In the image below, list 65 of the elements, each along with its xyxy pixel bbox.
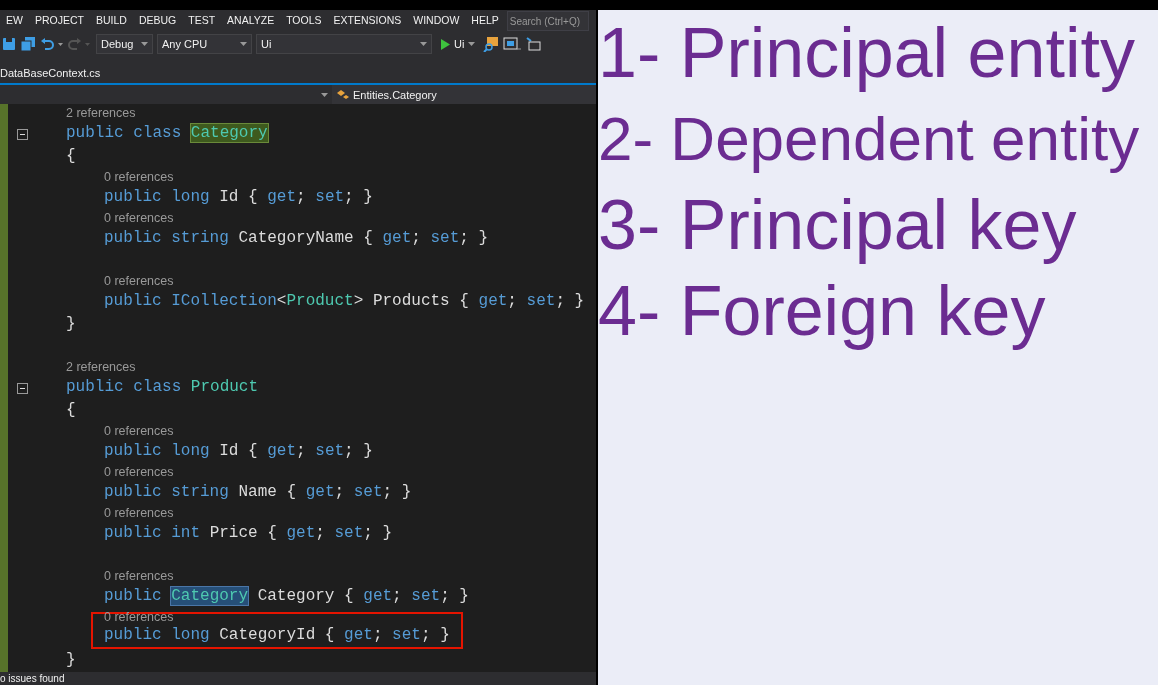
menu-item[interactable]: BUILD <box>89 13 133 30</box>
save-all-icon[interactable] <box>20 37 36 52</box>
menu-item[interactable]: WINDOW <box>407 13 466 30</box>
menu-item[interactable]: TEST <box>182 13 222 30</box>
code-line: public class Category <box>66 123 269 144</box>
reference-count: 0 references <box>104 464 175 481</box>
code-line: } <box>66 650 77 671</box>
menu-item[interactable]: EXTENSIONS <box>327 13 408 30</box>
slide-heading: 1- Principal entity <box>598 13 1136 94</box>
search-field[interactable]: Search (Ctrl+Q) <box>506 11 589 32</box>
code-line: public int Price { get; set; } <box>104 523 394 544</box>
caret-icon <box>141 42 148 47</box>
startup-project-dropdown[interactable]: Ui <box>256 34 432 55</box>
reference-count: 0 references <box>104 609 175 626</box>
dropdown-value: Debug <box>101 37 134 52</box>
code-line: { <box>66 400 77 421</box>
configuration-dropdown[interactable]: Debug <box>96 34 153 55</box>
reference-count: 0 references <box>104 568 175 585</box>
reference-count: 0 references <box>104 169 175 186</box>
menu-item[interactable]: TOOLS <box>280 13 328 30</box>
menu-item[interactable]: ANALYZE <box>221 13 281 30</box>
search-folder-icon[interactable] <box>483 36 500 53</box>
member-dropdown[interactable]: Entities.Category <box>332 85 596 105</box>
status-text: o issues found <box>0 673 65 684</box>
menu-item[interactable]: HELP <box>465 13 505 30</box>
platform-dropdown[interactable]: Any CPU <box>157 34 252 55</box>
reference-count: 0 references <box>104 423 175 440</box>
member-name: Entities.Category <box>353 87 437 103</box>
reference-count: 0 references <box>104 210 175 227</box>
code-line: public class Product <box>66 377 260 398</box>
list-icon[interactable] <box>525 36 542 53</box>
slide-heading: 4- Foreign key <box>598 271 1047 352</box>
save-icon[interactable] <box>2 37 16 52</box>
collapse-icon[interactable] <box>17 383 28 394</box>
menu-item[interactable]: DEBUG <box>132 13 183 30</box>
caret-icon <box>468 42 476 47</box>
reference-count: 2 references <box>66 105 137 122</box>
window-icon[interactable] <box>503 36 522 53</box>
caret-icon <box>240 42 247 47</box>
collapse-icon[interactable] <box>17 129 28 140</box>
code-line: public long Id { get; set; } <box>104 441 374 462</box>
code-line: public ICollection<Product> Products { get; set; } <box>104 291 585 312</box>
play-icon <box>440 38 450 50</box>
run-button[interactable]: Ui <box>436 36 480 53</box>
undo-icon[interactable] <box>40 37 64 52</box>
code-line: { <box>66 146 77 167</box>
class-icon <box>336 89 349 101</box>
reference-count: 0 references <box>104 273 175 290</box>
document-tab[interactable]: DataBaseContext.cs <box>0 62 101 83</box>
code-line: public string Name { get; set; } <box>104 482 413 503</box>
code-line: public Category Category { get; set; } <box>104 586 470 607</box>
reference-count: 0 references <box>104 505 175 522</box>
dropdown-value: Ui <box>261 37 272 52</box>
reference-count: 2 references <box>66 359 137 376</box>
slide-heading: 2- Dependent entity <box>598 103 1141 175</box>
code-line: } <box>66 314 77 335</box>
code-line: public long Id { get; set; } <box>104 187 374 208</box>
menu-item[interactable]: EW <box>0 13 29 30</box>
code-line: public long CategoryId { get; set; } <box>104 625 450 646</box>
caret-icon <box>321 93 328 97</box>
caret-icon <box>420 42 427 47</box>
code-line: public string CategoryName { get; set; } <box>104 228 490 249</box>
slide-heading: 3- Principal key <box>598 185 1078 266</box>
dropdown-value: Any CPU <box>162 37 208 52</box>
menu-item[interactable]: PROJECT <box>28 13 90 30</box>
